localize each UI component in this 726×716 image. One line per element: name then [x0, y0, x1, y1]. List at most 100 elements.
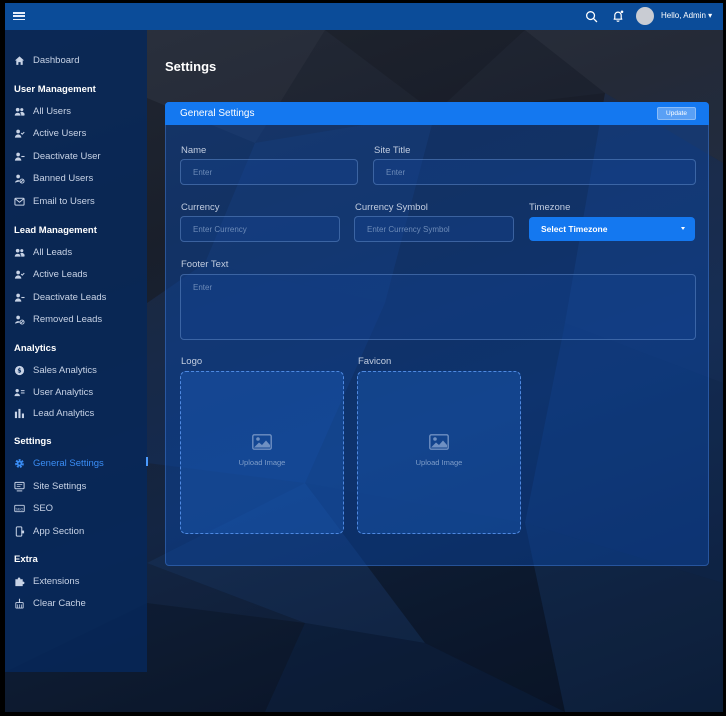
user-ban-icon	[14, 315, 25, 325]
user-menu[interactable]: Hello, Admin ▾	[661, 11, 712, 20]
site-title-input[interactable]: Enter	[373, 159, 696, 185]
logo-upload[interactable]: Upload Image	[180, 371, 344, 534]
sidebar-item-label: Active Leads	[33, 269, 88, 280]
sidebar-heading-user-management: User Management	[14, 84, 96, 95]
sidebar-item-label: User Analytics	[33, 387, 94, 398]
sidebar-item-label: Email to Users	[33, 196, 95, 207]
card-header: General Settings Update	[165, 102, 709, 125]
sidebar-item-lead-analytics[interactable]: Lead Analytics	[14, 408, 94, 419]
timezone-select[interactable]: Select Timezone	[529, 217, 695, 241]
bell-icon[interactable]	[611, 9, 625, 23]
user-check-icon	[14, 270, 25, 279]
sidebar-item-label: Removed Leads	[33, 314, 103, 325]
sidebar-item-label: Site Settings	[33, 481, 87, 492]
sidebar-item-seo[interactable]: SEO SEO	[14, 503, 53, 514]
sidebar-heading-lead-management: Lead Management	[14, 225, 97, 236]
users-icon	[14, 248, 25, 257]
sidebar-item-label: Active Users	[33, 128, 87, 139]
timezone-label: Timezone	[529, 202, 571, 213]
sidebar-item-site-settings[interactable]: Site Settings	[14, 481, 86, 492]
sidebar-item-label: Clear Cache	[33, 598, 86, 609]
sidebar-item-deactivate-leads[interactable]: Deactivate Leads	[14, 292, 106, 303]
name-input[interactable]: Enter	[180, 159, 358, 185]
sidebar-heading-settings: Settings	[14, 436, 52, 447]
svg-text:SEO: SEO	[16, 506, 24, 511]
home-icon	[14, 56, 25, 65]
sidebar-item-active-leads[interactable]: Active Leads	[14, 269, 87, 280]
footer-text-input[interactable]: Enter	[180, 274, 696, 340]
currency-input[interactable]: Enter Currency	[180, 216, 340, 242]
sidebar-item-label: Extensions	[33, 576, 80, 587]
currency-label: Currency	[181, 202, 220, 213]
app-frame: Hello, Admin ▾ Dashboard User Management…	[5, 3, 723, 712]
user-minus-icon	[14, 152, 25, 161]
site-title-label: Site Title	[374, 145, 411, 156]
svg-text:$: $	[17, 368, 21, 375]
user-minus-icon	[14, 293, 25, 302]
sidebar-item-dashboard[interactable]: Dashboard	[14, 55, 79, 66]
favicon-label: Favicon	[358, 356, 392, 367]
sidebar-item-active-users[interactable]: Active Users	[14, 128, 86, 139]
avatar[interactable]	[636, 7, 654, 25]
seo-icon: SEO	[14, 504, 25, 513]
image-icon	[252, 434, 272, 450]
sidebar-item-label: App Section	[33, 526, 85, 537]
sidebar-item-sales-analytics[interactable]: $ Sales Analytics	[14, 365, 97, 376]
puzzle-icon	[15, 577, 25, 587]
sidebar-item-label: SEO	[33, 503, 54, 514]
currency-symbol-input[interactable]: Enter Currency Symbol	[354, 216, 514, 242]
sidebar-item-email-to-users[interactable]: Email to Users	[14, 196, 95, 207]
sidebar-item-removed-leads[interactable]: Removed Leads	[14, 314, 102, 325]
favicon-upload[interactable]: Upload Image	[357, 371, 521, 534]
upload-text: Upload Image	[238, 458, 286, 467]
sidebar-item-label: All Leads	[33, 247, 73, 258]
sidebar-item-all-users[interactable]: All Users	[14, 106, 71, 117]
sidebar-item-app-section[interactable]: App Section	[14, 526, 84, 537]
menu-icon[interactable]	[13, 10, 25, 22]
sidebar-item-banned-users[interactable]: Banned Users	[14, 173, 93, 184]
sidebar-item-general-settings[interactable]: General Settings	[14, 458, 104, 469]
broom-icon	[15, 598, 24, 609]
sidebar-heading-extra: Extra	[14, 554, 38, 565]
bar-chart-icon	[14, 408, 24, 419]
sidebar-item-label: General Settings	[33, 458, 104, 469]
sidebar-item-label: Deactivate Leads	[33, 292, 107, 303]
sidebar-item-label: Deactivate User	[33, 151, 101, 162]
top-bar: Hello, Admin ▾	[5, 3, 723, 30]
upload-text: Upload Image	[415, 458, 463, 467]
sidebar-heading-analytics: Analytics	[14, 343, 57, 354]
mail-icon	[14, 197, 25, 206]
general-settings-card: General Settings Update Name Enter Site …	[165, 102, 709, 566]
page-title: Settings	[165, 59, 217, 74]
active-indicator	[146, 457, 148, 466]
sidebar-item-label: All Users	[33, 106, 72, 117]
sidebar-item-extensions[interactable]: Extensions	[14, 576, 79, 587]
user-list-icon	[14, 389, 25, 397]
timezone-value: Select Timezone	[541, 224, 608, 234]
currency-symbol-label: Currency Symbol	[355, 202, 428, 213]
sidebar-item-deactivate-user[interactable]: Deactivate User	[14, 151, 101, 162]
users-icon	[14, 107, 25, 116]
badge-dollar-icon: $	[14, 365, 25, 376]
sidebar-item-clear-cache[interactable]: Clear Cache	[14, 598, 86, 609]
sidebar-item-user-analytics[interactable]: User Analytics	[14, 387, 93, 398]
monitor-icon	[14, 481, 25, 492]
card-title: General Settings	[180, 108, 255, 119]
search-icon[interactable]	[585, 10, 598, 23]
user-ban-icon	[14, 174, 25, 184]
image-icon	[429, 434, 449, 450]
sidebar-item-label: Sales Analytics	[33, 365, 97, 376]
update-button[interactable]: Update	[657, 107, 696, 120]
sidebar-item-label: Lead Analytics	[33, 408, 95, 419]
name-label: Name	[181, 145, 207, 156]
user-check-icon	[14, 129, 25, 138]
footer-text-label: Footer Text	[181, 259, 229, 270]
sidebar-item-label: Dashboard	[33, 55, 80, 66]
chevron-down-icon	[681, 227, 685, 230]
logo-label: Logo	[181, 356, 203, 367]
sidebar-item-label: Banned Users	[33, 173, 94, 184]
sidebar: Dashboard User Management All Users Acti…	[5, 30, 148, 672]
mobile-app-icon	[15, 526, 25, 537]
sidebar-item-all-leads[interactable]: All Leads	[14, 247, 72, 258]
gear-icon	[15, 459, 24, 468]
